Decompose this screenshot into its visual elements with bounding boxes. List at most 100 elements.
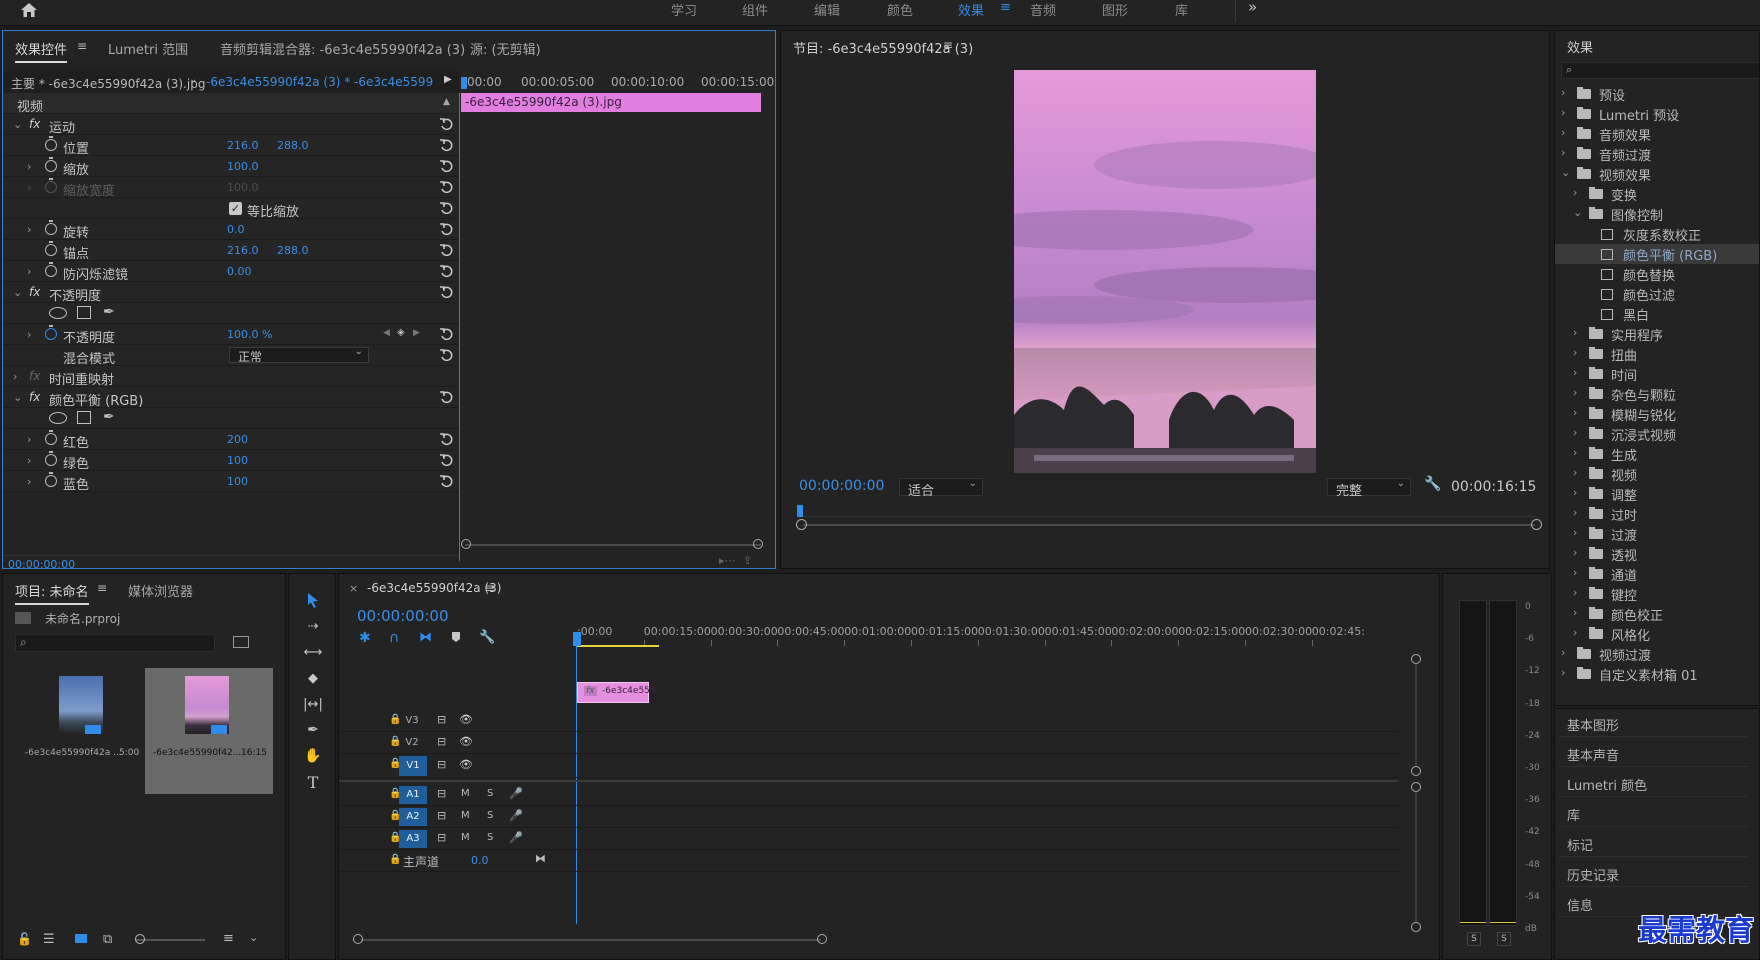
solo-right-button[interactable]: S (1497, 932, 1511, 946)
program-video-frame[interactable] (1014, 70, 1316, 473)
ripple-edit-tool-icon[interactable]: ⟷ (299, 640, 327, 664)
effects-tree-item[interactable]: 颜色平衡 (RGB) (1555, 244, 1759, 264)
mute-button[interactable]: M (461, 832, 470, 843)
scroll-handle-right[interactable] (753, 539, 763, 549)
microphone-icon[interactable]: 🎤 (509, 809, 523, 822)
reset-icon[interactable] (439, 327, 453, 341)
fx-icon[interactable]: fx (29, 390, 40, 404)
chevron-right-icon[interactable]: › (1573, 186, 1577, 199)
linked-selection-icon[interactable]: ⧓ (419, 630, 432, 645)
expand-chevron-icon[interactable]: ⌄ (13, 391, 22, 404)
chevron-right-icon[interactable]: › (1561, 646, 1565, 659)
add-marker-icon[interactable] (451, 631, 461, 646)
panel-menu-icon[interactable]: ≡ (485, 581, 495, 595)
nest-sequence-icon[interactable]: ✱ (359, 630, 371, 646)
stopwatch-icon[interactable] (45, 472, 57, 487)
pen-mask-icon[interactable]: ✒ (103, 304, 115, 320)
effects-tree-item[interactable]: 颜色替换 (1555, 264, 1759, 284)
effects-tree-item[interactable]: › 透视 (1555, 544, 1759, 564)
chevron-right-icon[interactable]: › (1561, 126, 1565, 139)
track-target-a2[interactable]: A2 (399, 808, 427, 826)
effects-tree-item[interactable]: › 预设 (1555, 84, 1759, 104)
solo-button[interactable]: S (487, 810, 493, 821)
antiflicker-value[interactable]: 0.00 (227, 265, 252, 278)
freeform-view-icon[interactable]: ⧉ (103, 932, 112, 947)
tab-lumetri-scopes[interactable]: Lumetri 范围 (108, 39, 188, 58)
workspace-tab-libraries[interactable]: 库 (1175, 0, 1188, 19)
green-value[interactable]: 100 (227, 454, 248, 467)
track-target-v2[interactable]: V2 (401, 734, 423, 752)
reset-icon[interactable] (439, 159, 453, 173)
chevron-right-icon[interactable]: › (1573, 586, 1577, 599)
chevron-right-icon[interactable]: › (1573, 446, 1577, 459)
effects-tree-item[interactable]: › 过渡 (1555, 524, 1759, 544)
lock-track-icon[interactable]: 🔒 (389, 854, 401, 865)
solo-left-button[interactable]: S (1467, 932, 1481, 946)
video-scrollbar[interactable] (1415, 664, 1417, 766)
mute-button[interactable]: M (461, 788, 470, 799)
project-item[interactable]: -6e3c4e55990f42a ... 5:00 (15, 668, 143, 794)
next-keyframe-icon[interactable]: ▶ (413, 328, 420, 338)
effects-tree-item[interactable]: › 视频 (1555, 464, 1759, 484)
effects-tree-item[interactable]: › 沉浸式视频 (1555, 424, 1759, 444)
snap-icon[interactable]: ∩ (389, 630, 399, 646)
sync-lock-icon[interactable]: ⊟ (437, 809, 446, 822)
program-playhead[interactable] (797, 505, 803, 517)
ellipse-mask-icon[interactable] (49, 412, 67, 424)
red-value[interactable]: 200 (227, 433, 248, 446)
project-item-selected[interactable]: -6e3c4e55990f42... 16:15 (145, 668, 273, 794)
sync-lock-icon[interactable]: ⊟ (437, 713, 446, 726)
workspace-menu-icon[interactable]: ≡ (1000, 0, 1011, 15)
effects-tree-item[interactable]: › 键控 (1555, 584, 1759, 604)
side-panel-essential-sound[interactable]: 基本声音 (1559, 739, 1749, 767)
uniform-scale-checkbox[interactable]: ✓ (229, 202, 242, 215)
anchor-y-value[interactable]: 288.0 (277, 244, 309, 257)
effects-tree-item[interactable]: 灰度系数校正 (1555, 224, 1759, 244)
effects-tree-item[interactable]: ⌄ 视频效果 (1555, 164, 1759, 184)
position-x-value[interactable]: 216.0 (227, 139, 259, 152)
chevron-right-icon[interactable]: › (1573, 566, 1577, 579)
lock-icon[interactable]: 🔓 (17, 932, 32, 946)
effect-motion[interactable]: ⌄ fx 运动 (3, 114, 459, 136)
audio-scroll-handle[interactable] (1411, 922, 1421, 932)
timeline-zoom-bar[interactable] (361, 939, 821, 941)
effects-tree-item[interactable]: › 自定义素材箱 01 (1555, 664, 1759, 684)
sort-icon[interactable]: ≡ (223, 931, 234, 946)
chevron-down-icon[interactable]: ⌄ (1561, 166, 1570, 179)
effects-tree-item[interactable]: › 实用程序 (1555, 324, 1759, 344)
tab-source[interactable]: 源: (无剪辑) (470, 39, 541, 58)
razor-tool-icon[interactable]: ◆ (299, 666, 327, 690)
lock-track-icon[interactable]: 🔒 (389, 736, 401, 747)
effects-tree-item[interactable]: › 模糊与锐化 (1555, 404, 1759, 424)
stopwatch-active-icon[interactable] (45, 325, 57, 340)
program-zoom-bar[interactable] (803, 524, 1535, 526)
effect-opacity[interactable]: ⌄ fx 不透明度 (3, 282, 459, 304)
chevron-down-icon[interactable]: ⌄ (1573, 206, 1582, 219)
effects-tree-item[interactable]: › Lumetri 预设 (1555, 104, 1759, 124)
stopwatch-icon[interactable] (45, 262, 57, 277)
tab-media-browser[interactable]: 媒体浏览器 (128, 581, 193, 600)
chevron-right-icon[interactable]: › (1573, 486, 1577, 499)
workspace-tab-graphics[interactable]: 图形 (1102, 0, 1128, 19)
anchor-x-value[interactable]: 216.0 (227, 244, 259, 257)
effect-controls-timecode[interactable]: 00:00:00:00 (8, 558, 75, 568)
eye-icon[interactable]: 👁 (459, 758, 473, 771)
solo-button[interactable]: S (487, 832, 493, 843)
timeline-ruler[interactable]: :00:00 00:00:15:00 00:00:30:00 00:00:45:00 0… (577, 618, 1437, 648)
ellipse-mask-icon[interactable] (49, 307, 67, 319)
effects-tree-item[interactable]: › 过时 (1555, 504, 1759, 524)
scroll-handle-left[interactable] (461, 539, 471, 549)
chevron-right-icon[interactable]: › (1573, 346, 1577, 359)
effects-title[interactable]: 效果 (1567, 37, 1593, 56)
track-target-a3[interactable]: A3 (399, 830, 427, 848)
panel-menu-icon[interactable]: ≡ (97, 581, 107, 595)
expand-chevron-icon[interactable]: › (27, 475, 31, 488)
stopwatch-icon[interactable] (45, 241, 57, 256)
reset-icon[interactable] (439, 180, 453, 194)
mini-clip-bar[interactable]: -6e3c4e55990f42a (3).jpg (461, 93, 761, 112)
home-icon[interactable] (18, 1, 40, 19)
master-volume-value[interactable]: 0.0 (471, 854, 489, 867)
chevron-right-icon[interactable]: › (1573, 406, 1577, 419)
workspace-tab-editing[interactable]: 编辑 (814, 0, 840, 19)
eye-icon[interactable]: 👁 (459, 735, 473, 748)
